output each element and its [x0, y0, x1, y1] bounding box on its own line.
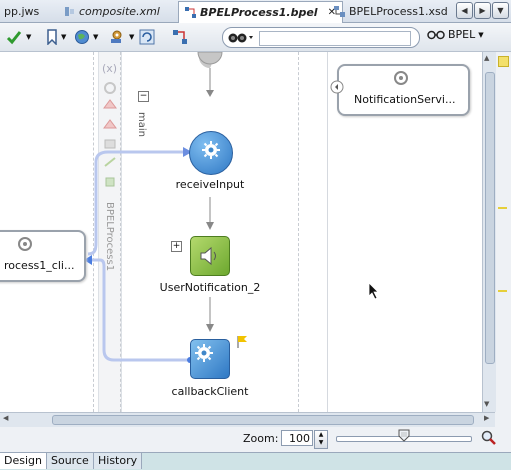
warning-marker[interactable]: [498, 207, 507, 209]
bpel-process-icon: [185, 7, 196, 18]
activity-label: callbackClient: [171, 385, 249, 398]
glasses-icon: [427, 30, 445, 39]
tab-app-jws[interactable]: pp.jws: [0, 2, 45, 21]
bpel-design-canvas[interactable]: (x) BPELProcess1 − main receiveInput + U…: [0, 52, 482, 412]
scroll-down-icon[interactable]: ▼: [484, 400, 489, 408]
composite-icon: [65, 7, 74, 16]
user-notification-activity[interactable]: [190, 236, 230, 276]
scroll-left-icon[interactable]: ◀: [456, 2, 473, 19]
gear-menu-button[interactable]: ▼: [108, 27, 134, 47]
zoom-stepper[interactable]: ▲ ▼: [314, 430, 328, 449]
warning-marker[interactable]: [498, 56, 509, 67]
vertical-scrollbar[interactable]: ▲ ▼: [482, 52, 496, 412]
tab-label: BPELProcess1.bpel: [200, 6, 318, 19]
tab-source[interactable]: Source: [47, 453, 94, 469]
gear-hand-icon: [111, 30, 122, 43]
layout-button[interactable]: [172, 27, 188, 47]
chevron-down-icon: ▼: [93, 33, 99, 41]
chevron-down-icon: ▼: [478, 30, 484, 39]
warning-marker[interactable]: [498, 290, 507, 292]
xsd-schema-icon: [334, 6, 345, 17]
expand-activity-button[interactable]: +: [171, 241, 182, 252]
bookmark-icon: [47, 29, 57, 45]
horizontal-scroll-thumb[interactable]: [52, 415, 474, 425]
tab-navigation: ◀ ▶ ▼: [456, 2, 509, 19]
bpel-mode-button[interactable]: BPEL ▼: [427, 28, 484, 41]
partner-link-label: rocess1_cli...: [4, 259, 75, 272]
tree-layout-icon: [173, 30, 187, 44]
activity-label: UserNotification_2: [159, 281, 261, 294]
gear-icon: [195, 344, 213, 362]
activity-label: receiveInput: [175, 178, 245, 191]
gear-icon: [202, 141, 220, 159]
editor-tab-bar: pp.jws composite.xml BPELProcess1.bpel ✕…: [0, 0, 511, 23]
bookmark-button[interactable]: ▼: [46, 27, 66, 47]
service-gear-icon: [394, 71, 408, 85]
tab-composite-xml[interactable]: composite.xml: [58, 2, 166, 21]
client-partner-link[interactable]: rocess1_cli...: [0, 230, 86, 282]
checkmark-icon: [6, 31, 22, 45]
binoculars-icon: [228, 33, 253, 43]
overview-ruler: [496, 52, 511, 412]
tab-bpelprocess1-bpel[interactable]: BPELProcess1.bpel ✕: [178, 1, 343, 23]
editor-view-tabs: Design Source History: [0, 452, 511, 470]
tab-design[interactable]: Design: [0, 453, 47, 469]
search-box[interactable]: [222, 27, 420, 48]
receive-input-activity[interactable]: [189, 131, 233, 175]
refresh-button[interactable]: [139, 27, 155, 47]
validate-button[interactable]: ▼: [6, 27, 31, 47]
bpel-mode-label: BPEL: [448, 28, 476, 41]
scroll-up-icon[interactable]: ▲: [484, 54, 489, 62]
callback-client-activity[interactable]: [190, 339, 230, 379]
globe-icon: [75, 30, 89, 44]
flag-icon: [237, 336, 247, 348]
refresh-icon: [139, 29, 155, 45]
tab-bpelprocess1-xsd[interactable]: BPELProcess1.xsd: [328, 2, 454, 21]
tab-list-icon[interactable]: ▼: [492, 2, 509, 19]
scroll-right-icon[interactable]: ▶: [474, 2, 491, 19]
chevron-down-icon: ▼: [26, 33, 32, 41]
mouse-cursor-icon: [368, 282, 379, 300]
partner-link-label: NotificationServi...: [354, 93, 456, 106]
zoom-slider-knob[interactable]: [398, 429, 410, 442]
tab-label: pp.jws: [4, 5, 40, 18]
vertical-scroll-thumb[interactable]: [485, 72, 495, 364]
chevron-left-icon[interactable]: [330, 80, 344, 94]
chevron-down-icon: ▼: [61, 33, 67, 41]
tab-history[interactable]: History: [94, 453, 143, 469]
search-input[interactable]: [259, 31, 411, 46]
notification-service-partner-link[interactable]: NotificationServi...: [330, 64, 470, 116]
scroll-right-icon[interactable]: ▶: [484, 414, 489, 422]
zoom-magnifier-icon[interactable]: [481, 430, 497, 446]
scroll-left-icon[interactable]: ◀: [3, 414, 8, 422]
speaker-icon: [200, 246, 216, 266]
zoom-label: Zoom:: [243, 432, 279, 445]
tab-label: BPELProcess1.xsd: [349, 5, 448, 18]
globe-menu-button[interactable]: ▼: [74, 27, 98, 47]
service-gear-icon: [18, 237, 32, 251]
tab-label: composite.xml: [79, 5, 160, 18]
chevron-down-icon: ▼: [129, 33, 135, 41]
zoom-input[interactable]: 100: [281, 430, 313, 446]
horizontal-scrollbar[interactable]: ◀ ▶: [0, 412, 495, 427]
